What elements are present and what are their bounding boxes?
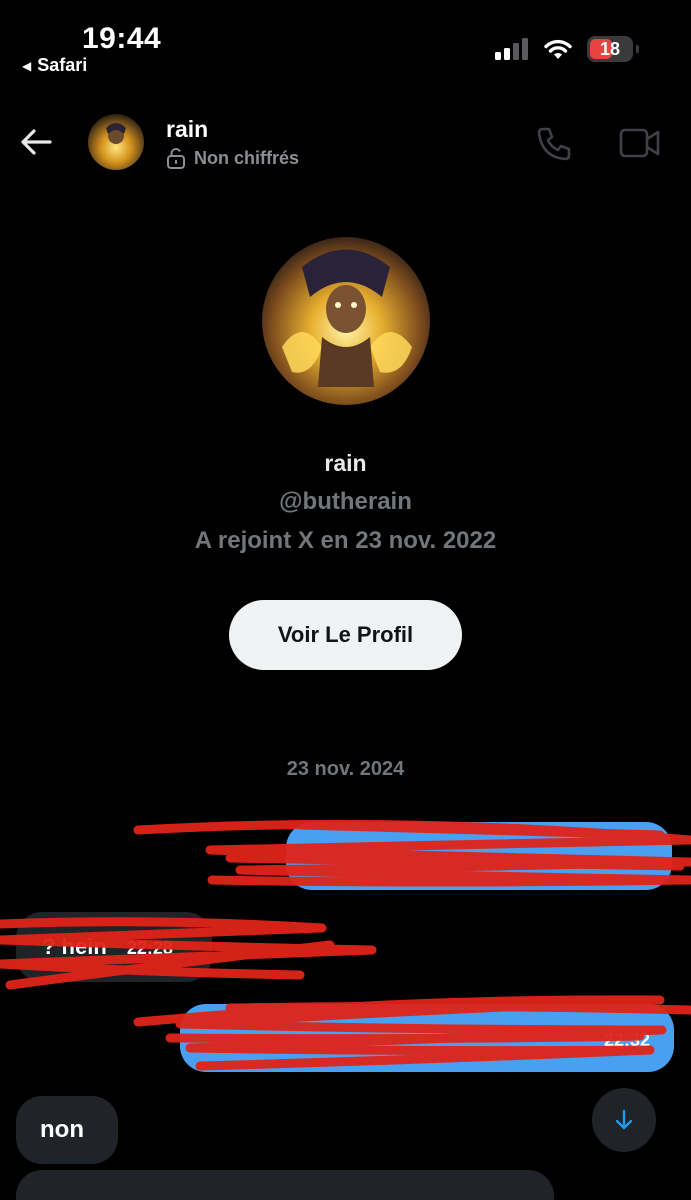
profile-avatar[interactable] [262, 237, 430, 405]
video-icon[interactable] [618, 124, 662, 162]
header-avatar[interactable] [88, 114, 144, 170]
signal-icon [495, 38, 528, 60]
scroll-to-bottom-button[interactable] [592, 1088, 656, 1152]
status-icons: 18 [495, 36, 639, 62]
message-bubble-sent[interactable]: 22:32 [180, 1004, 674, 1072]
date-separator: 23 nov. 2024 [286, 758, 405, 780]
message-bubble-received[interactable] [16, 1170, 554, 1200]
lock-icon [167, 148, 185, 169]
phone-icon[interactable] [534, 124, 574, 164]
profile-name: rain [324, 450, 367, 476]
encryption-status: Non chiffrés [166, 147, 299, 169]
profile-joined-date: A rejoint X en 23 nov. 2022 [194, 527, 497, 554]
back-arrow-icon[interactable] [18, 124, 54, 160]
message-bubble-sent[interactable] [286, 822, 672, 890]
profile-handle: @butherain [279, 488, 412, 515]
status-time: 19:44 [82, 22, 162, 55]
battery-icon: 18 [587, 36, 639, 62]
arrow-down-icon [615, 1109, 633, 1130]
wifi-icon [544, 39, 572, 59]
back-to-app[interactable]: ◀ Safari [22, 55, 87, 76]
battery-level: 18 [599, 38, 621, 59]
view-profile-button[interactable]: Voir Le Profil [229, 600, 462, 670]
message-text: non [40, 1116, 84, 1143]
message-time: 22:32 [603, 1030, 650, 1050]
message-time: 22:28 [126, 938, 173, 958]
message-bubble-received[interactable]: ? hein 22:28 [16, 912, 212, 982]
back-app-label: Safari [37, 55, 88, 75]
message-text: ? hein [42, 934, 107, 959]
back-triangle-icon: ◀ [22, 58, 32, 73]
header-name: rain [166, 116, 209, 142]
message-bubble-received[interactable]: non [16, 1096, 118, 1164]
encryption-label: Non chiffrés [194, 147, 300, 168]
